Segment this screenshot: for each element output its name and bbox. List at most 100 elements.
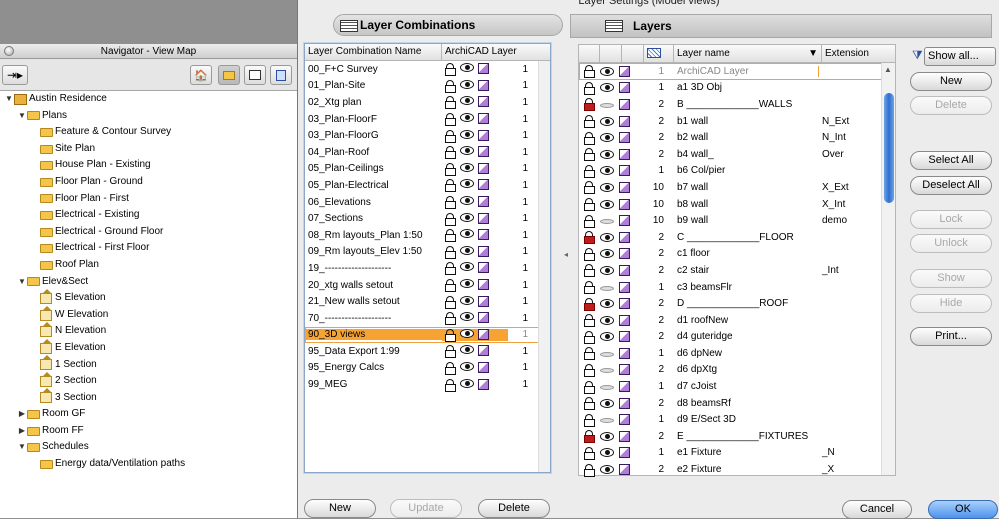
layer-intersection-number[interactable]: 2	[644, 99, 674, 110]
solid-wireframe-icon[interactable]	[619, 248, 630, 260]
visible-eye-icon[interactable]	[600, 116, 614, 126]
visible-eye-icon[interactable]	[600, 182, 614, 192]
visible-eye-icon[interactable]	[600, 448, 614, 458]
solid-wireframe-icon[interactable]	[619, 132, 630, 144]
hidden-eye-icon[interactable]	[600, 418, 614, 424]
combination-row[interactable]: 03_Plan-FloorF 1	[305, 111, 550, 128]
tree-item[interactable]: Electrical - Existing	[0, 207, 297, 224]
tree-item[interactable]: ▼ Plans	[0, 108, 297, 125]
layer-name[interactable]: c1 floor	[674, 248, 819, 259]
visible-eye-icon[interactable]	[600, 265, 614, 275]
layer-row[interactable]: 10 b9 wall demo	[579, 212, 895, 229]
layer-name[interactable]: C _____________FLOOR	[674, 232, 819, 243]
tree-item[interactable]: Floor Plan - First	[0, 191, 297, 208]
intersection-group-column[interactable]	[644, 45, 674, 62]
layer-intersection-number[interactable]: 1	[644, 66, 674, 77]
lock-column[interactable]	[579, 45, 600, 62]
layer-extension[interactable]: X_Ext	[819, 182, 879, 193]
visible-eye-icon[interactable]	[460, 129, 474, 139]
visible-eye-icon[interactable]	[600, 398, 614, 408]
layer-intersection-number[interactable]: 10	[644, 182, 674, 193]
visible-eye-icon[interactable]	[460, 63, 474, 73]
layer-row[interactable]: 10 b7 wall X_Ext	[579, 179, 895, 196]
unlocked-icon[interactable]	[584, 65, 595, 79]
tree-item[interactable]: N Elevation	[0, 322, 297, 340]
unlocked-icon[interactable]	[445, 229, 456, 243]
combination-row[interactable]: 90_3D views 1	[305, 327, 550, 344]
new-layer-button[interactable]: New	[910, 72, 992, 91]
navigator-titlebar[interactable]: Navigator - View Map	[0, 44, 297, 59]
unlocked-icon[interactable]	[445, 361, 456, 375]
visible-eye-icon[interactable]	[460, 212, 474, 222]
tree-item[interactable]: Energy data/Ventilation paths	[0, 456, 297, 473]
visible-eye-icon[interactable]	[460, 146, 474, 156]
visible-eye-icon[interactable]	[600, 133, 614, 143]
layer-row[interactable]: 2 c1 floor	[579, 246, 895, 263]
layer-name[interactable]: e2 Fixture	[674, 464, 819, 475]
layer-name[interactable]: b9 wall	[674, 215, 819, 226]
unlocked-icon[interactable]	[584, 314, 595, 328]
solid-wireframe-icon[interactable]	[478, 378, 489, 390]
solid-wireframe-icon[interactable]	[478, 295, 489, 307]
solid-wireframe-icon[interactable]	[478, 262, 489, 274]
solid-wireframe-icon[interactable]	[619, 298, 630, 310]
hidden-eye-icon[interactable]	[600, 285, 614, 291]
unlocked-icon[interactable]	[445, 262, 456, 276]
tree-item[interactable]: ▼ Austin Residence	[0, 91, 297, 108]
disclosure-open-icon[interactable]: ▼	[4, 91, 14, 108]
tree-item[interactable]: ▶ Room GF	[0, 406, 297, 423]
solid-wireframe-icon[interactable]	[619, 181, 630, 193]
project-map-button[interactable]: 🏠	[190, 65, 212, 85]
visible-eye-icon[interactable]	[460, 328, 474, 338]
tree-item[interactable]: House Plan - Existing	[0, 157, 297, 174]
visible-eye-icon[interactable]	[600, 149, 614, 159]
tree-item[interactable]: Roof Plan	[0, 257, 297, 274]
solid-wireframe-icon[interactable]	[478, 212, 489, 224]
layer-extension[interactable]: _Int	[819, 265, 879, 276]
tree-item[interactable]: ▶ Room FF	[0, 423, 297, 440]
layer-row[interactable]: 2 b1 wall N_Ext	[579, 113, 895, 130]
combination-row[interactable]: 03_Plan-FloorG 1	[305, 127, 550, 144]
hidden-eye-icon[interactable]	[600, 368, 614, 374]
solid-wireframe-icon[interactable]	[478, 328, 489, 340]
tree-item[interactable]: S Elevation	[0, 288, 297, 307]
solid-wireframe-icon[interactable]	[619, 381, 630, 393]
layer-name[interactable]: d7 cJoist	[674, 381, 819, 392]
unlocked-icon[interactable]	[584, 397, 595, 411]
layer-name[interactable]: B _____________WALLS	[674, 99, 819, 110]
layer-intersection-number[interactable]: 2	[644, 116, 674, 127]
combinations-scrollbar[interactable]	[538, 61, 550, 472]
layer-name[interactable]: b4 wall_	[674, 149, 819, 160]
layer-row[interactable]: 2 b4 wall_ Over	[579, 146, 895, 163]
solid-wireframe-icon[interactable]	[478, 162, 489, 174]
layer-name[interactable]: b6 Col/pier	[674, 165, 819, 176]
visible-eye-icon[interactable]	[600, 431, 614, 441]
layer-combinations-list[interactable]: Layer Combination Name ArchiCAD Layer 00…	[304, 43, 551, 473]
layer-row[interactable]: 1 e1 Fixture _N	[579, 445, 895, 462]
unlocked-icon[interactable]	[584, 214, 595, 228]
unlocked-icon[interactable]	[584, 115, 595, 129]
new-combination-button[interactable]: New	[304, 499, 376, 518]
layer-extension[interactable]: _X	[819, 464, 879, 475]
visible-eye-icon[interactable]	[460, 279, 474, 289]
solid-wireframe-icon[interactable]	[619, 281, 630, 293]
layer-row[interactable]: 2D _____________ROOF	[579, 295, 895, 312]
solid-wireframe-icon[interactable]	[619, 414, 630, 426]
layer-row[interactable]: 1 ArchiCAD Layer	[579, 63, 895, 80]
visible-eye-icon[interactable]	[460, 229, 474, 239]
tree-item[interactable]: 3 Section	[0, 388, 297, 407]
layers-scrollbar[interactable]: ▲	[881, 63, 895, 475]
select-all-button[interactable]: Select All	[910, 151, 992, 170]
layer-row[interactable]: 2B _____________WALLS	[579, 96, 895, 113]
layer-name[interactable]: d6 dpNew	[674, 348, 819, 359]
delete-combination-button[interactable]: Delete	[478, 499, 550, 518]
solid-wireframe-icon[interactable]	[478, 245, 489, 257]
unlocked-icon[interactable]	[584, 198, 595, 212]
combination-row[interactable]: 01_Plan-Site 1	[305, 78, 550, 95]
combination-row[interactable]: 00_F+C Survey 1	[305, 61, 550, 78]
visible-eye-icon[interactable]	[460, 378, 474, 388]
deselect-all-button[interactable]: Deselect All	[910, 176, 992, 195]
layer-name[interactable]: d4 guteridge	[674, 331, 819, 342]
layer-intersection-number[interactable]: 2	[644, 248, 674, 259]
unlocked-icon[interactable]	[445, 196, 456, 210]
